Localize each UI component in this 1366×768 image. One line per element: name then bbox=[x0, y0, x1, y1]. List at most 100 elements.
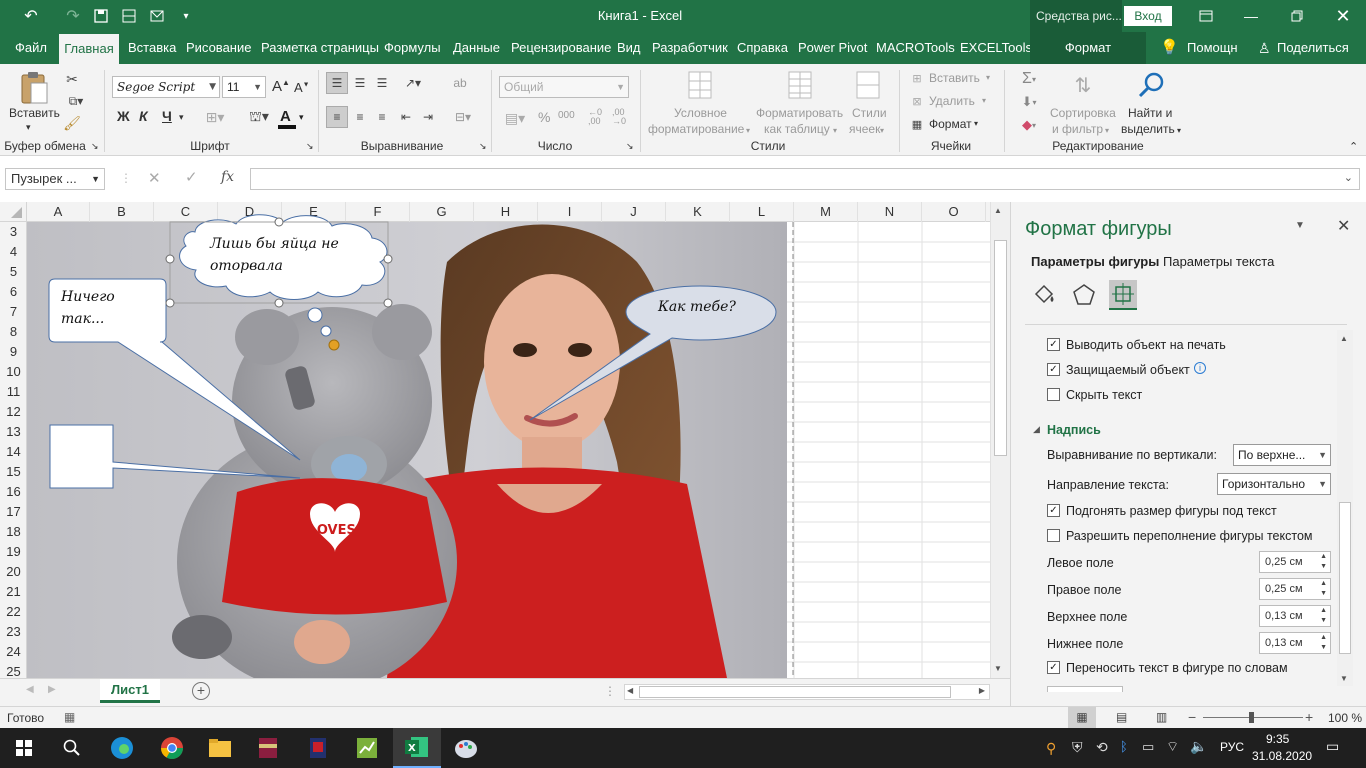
pane-scroll-thumb[interactable] bbox=[1339, 502, 1351, 654]
shield-tray-icon[interactable]: ⛨ bbox=[1072, 739, 1083, 756]
app-icon-chart[interactable] bbox=[343, 728, 391, 768]
wrap-text-label: Переносить текст в фигуре по словам bbox=[1066, 661, 1288, 675]
tab-shape-options[interactable]: Параметры фигуры bbox=[1031, 254, 1159, 269]
fill-line-icon[interactable] bbox=[1031, 282, 1057, 308]
wifi-icon[interactable]: ⌔ bbox=[1166, 738, 1179, 756]
paint-icon[interactable] bbox=[442, 728, 490, 768]
zoom-level[interactable]: 100 % bbox=[1328, 711, 1362, 725]
search-icon[interactable] bbox=[48, 728, 96, 768]
hide-text-checkbox[interactable] bbox=[1047, 388, 1060, 401]
autosum-icon[interactable]: Σ ▾ bbox=[1014, 70, 1044, 88]
autofit-checkbox[interactable]: ✓ bbox=[1047, 504, 1060, 517]
pane-options-icon[interactable]: ▼ bbox=[1295, 220, 1305, 231]
right-margin-spinner[interactable]: 0,25 см ▲ ▼ bbox=[1259, 578, 1331, 600]
battery-icon[interactable]: ▭ bbox=[1142, 739, 1154, 755]
info-icon[interactable]: i bbox=[1194, 362, 1206, 374]
chrome-icon[interactable] bbox=[148, 728, 196, 768]
file-explorer-icon[interactable] bbox=[196, 728, 244, 768]
overflow-label: Разрешить переполнение фигуры текстом bbox=[1066, 529, 1313, 543]
text-direction-label: Направление текста: bbox=[1047, 478, 1169, 492]
text-direction-select[interactable]: Горизонтально ▼ bbox=[1217, 473, 1331, 495]
find-select-icon[interactable] bbox=[1136, 70, 1166, 100]
section-textbox-heading[interactable]: Надпись bbox=[1047, 423, 1101, 437]
clock-date[interactable]: 31.08.2020 bbox=[1252, 749, 1312, 763]
sheet-next-icon[interactable]: ▶ bbox=[48, 684, 56, 695]
volume-icon[interactable]: 🔈 bbox=[1190, 738, 1207, 755]
signin-button[interactable]: Вход bbox=[1124, 6, 1172, 26]
scroll-up-icon[interactable]: ▲ bbox=[994, 206, 1002, 215]
clear-icon[interactable]: ◆ ▾ bbox=[1014, 116, 1044, 134]
restore-icon[interactable] bbox=[1274, 0, 1320, 32]
valign-label: Выравнивание по вертикали: bbox=[1047, 448, 1217, 462]
lightbulb-icon: 💡 bbox=[1160, 39, 1179, 56]
scroll-left-icon[interactable]: ◀ bbox=[627, 686, 633, 695]
normal-view-icon[interactable]: ▦ bbox=[1068, 707, 1096, 728]
tell-me-search[interactable]: Помощн bbox=[1187, 32, 1238, 64]
overflow-checkbox[interactable] bbox=[1047, 529, 1060, 542]
pane-scroll-up-icon[interactable]: ▲ bbox=[1340, 334, 1348, 343]
fill-icon[interactable]: ⬇ ▾ bbox=[1014, 93, 1044, 111]
close-window-icon[interactable]: ✕ bbox=[1320, 0, 1366, 32]
winrar-icon[interactable] bbox=[244, 728, 292, 768]
pane-close-icon[interactable]: ✕ bbox=[1337, 216, 1350, 236]
find-select-label-1[interactable]: Найти и bbox=[1128, 106, 1172, 120]
app-icon-red[interactable] bbox=[294, 728, 342, 768]
page-layout-view-icon[interactable]: ▤ bbox=[1116, 710, 1127, 724]
page-break-view-icon[interactable]: ▥ bbox=[1156, 710, 1167, 724]
locked-checkbox[interactable]: ✓ bbox=[1047, 363, 1060, 376]
sheet-prev-icon[interactable]: ◀ bbox=[26, 684, 34, 695]
edge-browser-icon[interactable] bbox=[98, 728, 146, 768]
notifications-icon[interactable]: ▭ bbox=[1326, 738, 1339, 755]
rect-callout-text[interactable]: Ничего так... bbox=[61, 286, 133, 330]
horizontal-scrollbar[interactable]: ◀ ▶ bbox=[624, 684, 990, 700]
zoom-in-icon[interactable]: + bbox=[1305, 709, 1313, 725]
top-margin-spinner[interactable]: 0,13 см ▲ ▼ bbox=[1259, 605, 1331, 627]
ribbon-display-icon[interactable] bbox=[1186, 0, 1226, 32]
sort-filter-dropdown-icon[interactable]: ▾ bbox=[1105, 126, 1109, 135]
excel-taskbar-icon[interactable]: X bbox=[393, 728, 441, 768]
find-select-label-2[interactable]: выделить bbox=[1121, 122, 1175, 136]
print-object-checkbox[interactable]: ✓ bbox=[1047, 338, 1060, 351]
effects-icon[interactable] bbox=[1071, 282, 1097, 308]
collapse-ribbon-icon[interactable]: ⌃ bbox=[1349, 140, 1358, 153]
pane-divider bbox=[1025, 324, 1347, 325]
bluetooth-icon[interactable]: ᛒ bbox=[1120, 739, 1128, 754]
hscroll-thumb[interactable] bbox=[639, 686, 951, 698]
bottom-margin-spinner[interactable]: 0,13 см ▲ ▼ bbox=[1259, 632, 1331, 654]
zoom-thumb[interactable] bbox=[1249, 712, 1254, 723]
search-tray-icon[interactable]: ⚲ bbox=[1046, 740, 1056, 757]
language-indicator[interactable]: РУС bbox=[1220, 740, 1244, 754]
sort-filter-icon[interactable]: ⇅ bbox=[1068, 70, 1098, 100]
clock-time[interactable]: 9:35 bbox=[1266, 732, 1289, 746]
windows-taskbar: X ⚲ ⛨ ⟲ ᛒ ▭ ⌔ 🔈 РУС 9:35 31.08.2020 ▭ bbox=[0, 728, 1366, 768]
scroll-right-icon[interactable]: ▶ bbox=[979, 686, 985, 695]
windows-start-icon[interactable] bbox=[0, 728, 48, 768]
add-sheet-icon[interactable]: + bbox=[192, 682, 210, 700]
size-properties-icon[interactable] bbox=[1109, 280, 1137, 310]
sort-filter-label-1[interactable]: Сортировка bbox=[1050, 106, 1116, 120]
sheet-tab-bar: ◀ ▶ Лист1 + ⋮ ◀ ▶ bbox=[0, 678, 1010, 706]
zoom-out-icon[interactable]: − bbox=[1188, 709, 1196, 725]
tab-splitter-icon[interactable]: ⋮ bbox=[604, 684, 616, 698]
scroll-thumb[interactable] bbox=[994, 240, 1007, 456]
tab-format[interactable]: Формат bbox=[1030, 32, 1146, 64]
sync-tray-icon[interactable]: ⟲ bbox=[1096, 739, 1108, 756]
sort-filter-label-2[interactable]: и фильтр bbox=[1052, 122, 1103, 136]
scroll-down-icon[interactable]: ▼ bbox=[994, 664, 1002, 673]
macro-record-icon[interactable]: ▦ bbox=[64, 710, 75, 724]
autofit-label: Подгонять размер фигуры под текст bbox=[1066, 504, 1277, 518]
pane-scroll-down-icon[interactable]: ▼ bbox=[1340, 674, 1348, 683]
oval-callout-text[interactable]: Как тебе? bbox=[658, 296, 748, 318]
find-select-dropdown-icon[interactable]: ▾ bbox=[1177, 126, 1181, 135]
section-collapse-icon[interactable]: ◢ bbox=[1033, 424, 1040, 435]
vertical-scrollbar[interactable]: ▲ ▼ bbox=[990, 202, 1010, 678]
wrap-text-checkbox[interactable]: ✓ bbox=[1047, 661, 1060, 674]
pane-scrollbar[interactable]: ▲ ▼ bbox=[1337, 330, 1353, 686]
cloud-callout-text[interactable]: Лишь бы яйца не оторвала bbox=[210, 233, 350, 277]
share-button[interactable]: Поделиться bbox=[1277, 32, 1349, 64]
left-margin-spinner[interactable]: 0,25 см ▲ ▼ bbox=[1259, 551, 1331, 573]
tab-text-options[interactable]: Параметры текста bbox=[1163, 254, 1274, 269]
minimize-icon[interactable]: — bbox=[1228, 0, 1274, 32]
valign-select[interactable]: По верхне... ▼ bbox=[1233, 444, 1331, 466]
sheet-tab-active[interactable]: Лист1 bbox=[100, 679, 160, 703]
